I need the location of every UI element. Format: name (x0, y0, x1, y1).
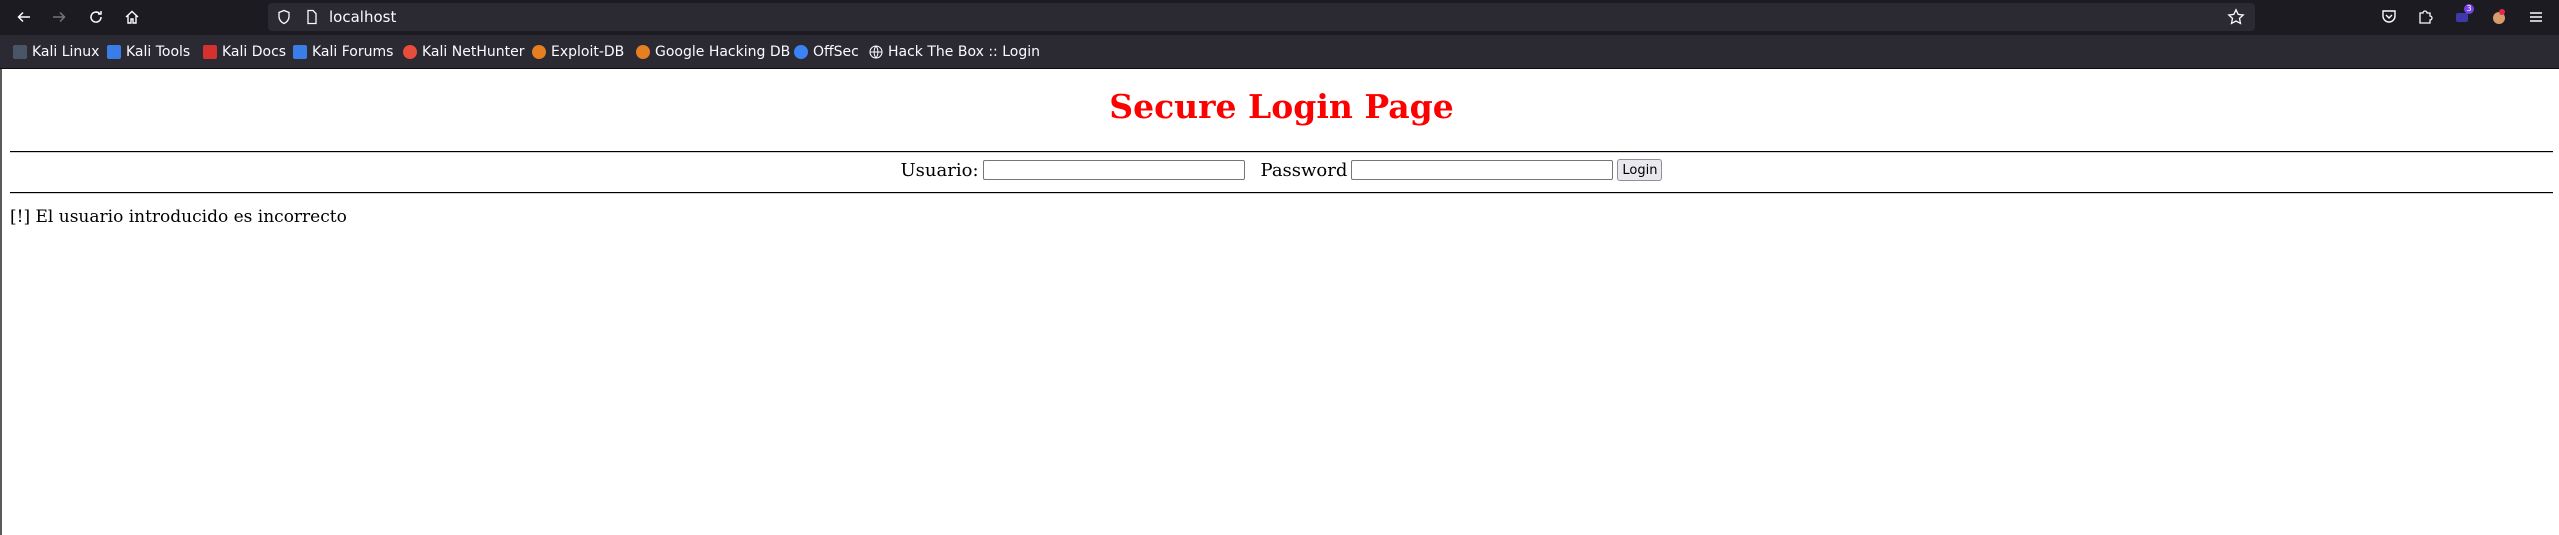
menu-button[interactable] (2524, 5, 2548, 29)
extensions-button[interactable] (2413, 5, 2437, 29)
back-button[interactable] (12, 5, 36, 29)
login-form: Usuario: Password Login (2, 157, 2559, 183)
kali-tools-icon (107, 44, 121, 59)
arrow-right-icon (53, 11, 66, 23)
bookmark-offsec[interactable]: OffSec (794, 35, 859, 68)
pocket-icon (2382, 10, 2396, 23)
bookmark-label: Kali Forums (312, 43, 394, 60)
hamburger-icon (2530, 12, 2542, 22)
bookmark-kali-nethunter[interactable]: Kali NetHunter (403, 35, 524, 68)
extension-badge: 3 (2464, 4, 2474, 14)
bookmark-kali-docs[interactable]: Kali Docs (203, 35, 286, 68)
bookmark-label: Kali Tools (126, 43, 191, 60)
globe-icon (869, 44, 883, 59)
username-input[interactable] (982, 160, 1245, 180)
bookmark-label: Hack The Box :: Login (888, 43, 1040, 60)
bookmark-google-hacking-db[interactable]: Google Hacking DB (636, 35, 790, 68)
error-message: [!] El usuario introducido es incorrecto (10, 207, 347, 227)
page-icon (307, 9, 317, 25)
kali-dragon-icon (13, 44, 27, 59)
bookmark-kali-forums[interactable]: Kali Forums (293, 35, 393, 68)
arrow-left-icon (17, 11, 30, 23)
puzzle-icon (2419, 10, 2433, 24)
bookmark-label: Kali Docs (222, 43, 287, 60)
shield-icon[interactable] (276, 9, 292, 25)
home-icon (125, 10, 139, 24)
kali-nethunter-icon (403, 44, 417, 59)
kali-docs-icon (203, 44, 217, 59)
address-bar[interactable]: localhost (268, 3, 2255, 31)
forward-button[interactable] (47, 5, 71, 29)
login-button[interactable]: Login (1617, 159, 1663, 181)
avatar-icon (2493, 9, 2505, 24)
exploit-db-icon (532, 44, 546, 59)
divider-top (10, 151, 2553, 153)
offsec-icon (794, 44, 808, 59)
home-button[interactable] (120, 5, 144, 29)
ghdb-icon (636, 44, 650, 59)
bookmark-kali-linux[interactable]: Kali Linux (13, 35, 99, 68)
bookmark-hack-the-box[interactable]: Hack The Box :: Login (869, 35, 1040, 68)
password-input[interactable] (1351, 160, 1614, 180)
bookmark-label: Kali NetHunter (422, 43, 525, 60)
bookmark-label: Kali Linux (32, 43, 100, 60)
extension-button[interactable]: 3 (2450, 4, 2474, 29)
username-label: Usuario: (900, 159, 979, 181)
bookmark-exploit-db[interactable]: Exploit-DB (532, 35, 624, 68)
password-label: Password (1260, 159, 1348, 181)
star-icon[interactable] (2227, 8, 2245, 26)
reload-button[interactable] (84, 5, 108, 29)
bookmark-label: Exploit-DB (551, 43, 625, 60)
bookmarks-toolbar: Kali Linux Kali Tools Kali Docs Kali For… (0, 35, 2559, 69)
bookmark-label: Google Hacking DB (655, 43, 791, 60)
divider-bottom (10, 192, 2553, 194)
kali-forums-icon (293, 44, 307, 59)
pocket-button[interactable] (2377, 5, 2401, 29)
page-content: Secure Login Page Usuario: Password Logi… (0, 69, 2559, 535)
url-text[interactable]: localhost (329, 3, 396, 31)
bookmark-kali-tools[interactable]: Kali Tools (107, 35, 190, 68)
bookmark-label: OffSec (813, 43, 859, 60)
browser-toolbar: localhost 3 (0, 0, 2559, 35)
reload-icon (90, 11, 102, 23)
page-title: Secure Login Page (1109, 87, 1454, 126)
profile-button[interactable] (2487, 5, 2511, 29)
